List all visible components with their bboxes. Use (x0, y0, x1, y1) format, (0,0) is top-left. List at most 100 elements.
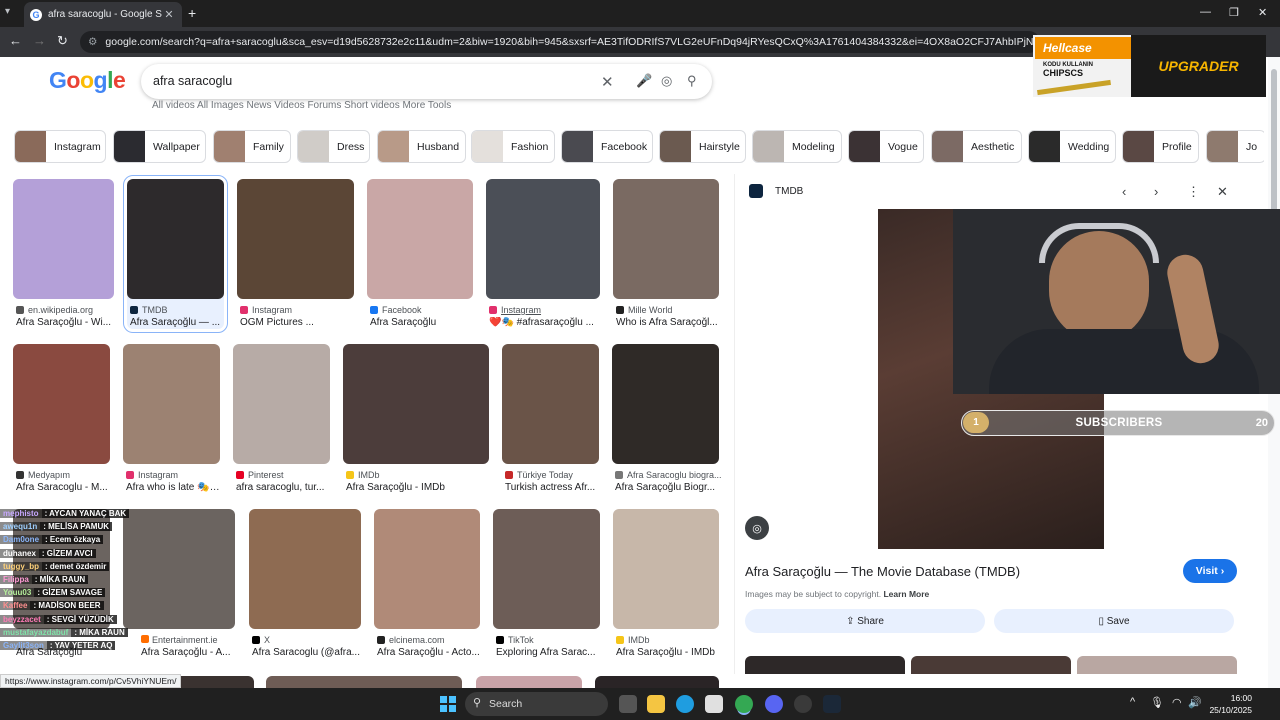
result-thumbnail[interactable] (13, 344, 110, 464)
start-button-icon[interactable] (440, 696, 456, 712)
next-icon[interactable]: › (1154, 184, 1158, 199)
result-caption[interactable]: Afra Saracoglu - M... (16, 482, 110, 493)
chip-hairstyle[interactable]: Hairstyle (659, 130, 746, 163)
site-info-icon[interactable]: ⚙ (88, 36, 97, 48)
chip-modeling[interactable]: Modeling (752, 130, 842, 163)
result-thumbnail[interactable] (343, 344, 489, 464)
learn-more-link[interactable]: Learn More (883, 589, 929, 599)
address-input[interactable]: ⚙ google.com/search?q=afra+saracoglu&sca… (80, 31, 1040, 53)
image-result[interactable]: elcinema.com Afra Saraçoğlu - Acto... (374, 509, 480, 659)
system-clock[interactable]: 16:00 25/10/2025 (1204, 692, 1252, 716)
image-result[interactable]: Medyapım Afra Saracoglu - M... (13, 344, 110, 494)
result-thumbnail[interactable] (613, 179, 719, 299)
result-caption[interactable]: Afra Saraçoğlu Biogr... (615, 482, 719, 493)
share-button[interactable]: ⇪ Share (745, 609, 985, 633)
result-thumbnail[interactable] (367, 179, 473, 299)
tab-close-icon[interactable]: ✕ (162, 8, 176, 21)
chip-aesthetic[interactable]: Aesthetic (931, 130, 1022, 163)
result-thumbnail-partial[interactable] (476, 676, 582, 688)
result-thumbnail-partial[interactable] (595, 676, 719, 688)
image-result[interactable]: Instagram ❤️🎭 #afrasaraçoğlu ... (486, 179, 600, 329)
image-result[interactable]: Instagram Afra who is late 🎭 ... (123, 344, 220, 494)
result-thumbnail[interactable] (13, 179, 114, 299)
image-result[interactable]: Türkiye Today Turkish actress Afr... (502, 344, 599, 494)
result-caption[interactable]: OGM Pictures ... (240, 317, 352, 328)
result-thumbnail[interactable] (502, 344, 599, 464)
more-options-icon[interactable]: ⋮ (1187, 184, 1200, 200)
result-thumbnail[interactable] (237, 179, 354, 299)
result-thumbnail[interactable] (612, 344, 719, 464)
result-caption[interactable]: Afra Saraçoğlu — ... (130, 317, 224, 328)
maximize-icon[interactable]: ❐ (1229, 6, 1239, 19)
result-thumbnail[interactable] (233, 344, 330, 464)
result-thumbnail[interactable] (486, 179, 600, 299)
image-result[interactable]: IMDb Afra Saraçoğlu - IMDb (613, 509, 719, 659)
image-result[interactable]: X Afra Saracoglu (@afra... (249, 509, 361, 659)
image-result[interactable]: Mille World Who is Afra Saraçoğl... (613, 179, 719, 329)
file-explorer-icon[interactable] (647, 695, 665, 713)
forward-icon[interactable]: → (33, 33, 46, 48)
google-logo[interactable]: Google (49, 67, 126, 94)
image-result[interactable]: Afra Saracoglu biogra... Afra Saraçoğlu … (612, 344, 722, 494)
result-caption[interactable]: Turkish actress Afr... (505, 482, 599, 493)
result-caption[interactable]: Afra Saraçoğlu - Wi... (16, 317, 114, 328)
image-result[interactable]: Pinterest afra saracoglu, tur... (233, 344, 330, 494)
edge-icon[interactable] (676, 695, 694, 713)
chip-husband[interactable]: Husband (377, 130, 466, 163)
result-thumbnail[interactable] (123, 344, 220, 464)
result-thumbnail[interactable] (249, 509, 361, 629)
result-caption[interactable]: Afra who is late 🎭 ... (126, 482, 220, 493)
visit-button[interactable]: Visit › (1183, 559, 1237, 583)
chrome-icon[interactable] (735, 695, 753, 713)
image-result[interactable]: en.wikipedia.org Afra Saraçoğlu - Wi... (13, 179, 114, 329)
related-image[interactable] (1077, 656, 1237, 674)
result-caption[interactable]: Afra Saraçoğlu - Acto... (377, 647, 480, 658)
previous-icon[interactable]: ‹ (1122, 184, 1126, 199)
result-thumbnail[interactable] (493, 509, 600, 629)
tab-search-icon[interactable]: ▾ (5, 6, 10, 17)
result-caption[interactable]: Afra Saraçoğlu (370, 317, 473, 328)
chip-wallpaper[interactable]: Wallpaper (113, 130, 206, 163)
related-image[interactable] (745, 656, 905, 674)
result-thumbnail[interactable] (374, 509, 480, 629)
window-close-icon[interactable]: ✕ (1258, 6, 1267, 19)
result-caption[interactable]: Afra Saracoglu (@afra... (252, 647, 361, 658)
chip-vogue[interactable]: Vogue (848, 130, 924, 163)
chip-jo[interactable]: Jo (1206, 130, 1264, 163)
steam-icon[interactable] (823, 695, 841, 713)
result-caption[interactable]: ❤️🎭 #afrasaraçoğlu ... (489, 317, 600, 328)
taskbar-search[interactable]: ⚲ Search (465, 692, 608, 716)
result-thumbnail-partial[interactable] (170, 676, 254, 688)
image-result-selected[interactable]: TMDB Afra Saraçoğlu — ... (123, 175, 228, 333)
related-image[interactable] (911, 656, 1071, 674)
chip-instagram[interactable]: Instagram (14, 130, 106, 163)
result-caption[interactable]: Who is Afra Saraçoğl... (616, 317, 719, 328)
chip-fashion[interactable]: Fashion (471, 130, 555, 163)
microphone-icon[interactable]: 🎙 (1150, 696, 1164, 709)
result-thumbnail[interactable] (613, 509, 719, 629)
voice-search-icon[interactable]: 🎤 (636, 73, 652, 89)
panel-source[interactable]: TMDB (749, 184, 803, 198)
chip-family[interactable]: Family (213, 130, 291, 163)
obs-icon[interactable] (794, 695, 812, 713)
result-thumbnail-partial[interactable] (266, 676, 462, 688)
clear-icon[interactable]: ✕ (601, 73, 614, 91)
result-thumbnail[interactable] (127, 179, 224, 299)
new-tab-icon[interactable]: + (188, 5, 196, 21)
store-icon[interactable] (705, 695, 723, 713)
reload-icon[interactable]: ↻ (57, 33, 68, 49)
minimize-icon[interactable]: — (1200, 6, 1211, 18)
search-icon[interactable]: ⚲ (687, 73, 697, 89)
lens-icon[interactable]: ◎ (745, 516, 769, 540)
chip-dress[interactable]: Dress (297, 130, 370, 163)
browser-tab[interactable]: G afra saracoglu - Google Search ✕ (24, 2, 182, 27)
image-result[interactable]: TikTok Exploring Afra Sarac... (493, 509, 600, 659)
discord-icon[interactable] (765, 695, 783, 713)
chip-profile[interactable]: Profile (1122, 130, 1199, 163)
image-result[interactable]: Facebook Afra Saraçoğlu (367, 179, 473, 329)
back-icon[interactable]: ← (9, 33, 22, 48)
chip-facebook[interactable]: Facebook (561, 130, 653, 163)
volume-icon[interactable]: 🔊 (1188, 696, 1202, 709)
result-caption[interactable]: Afra Saraçoğlu - IMDb (346, 482, 489, 493)
wifi-icon[interactable]: ◠ (1172, 696, 1182, 709)
